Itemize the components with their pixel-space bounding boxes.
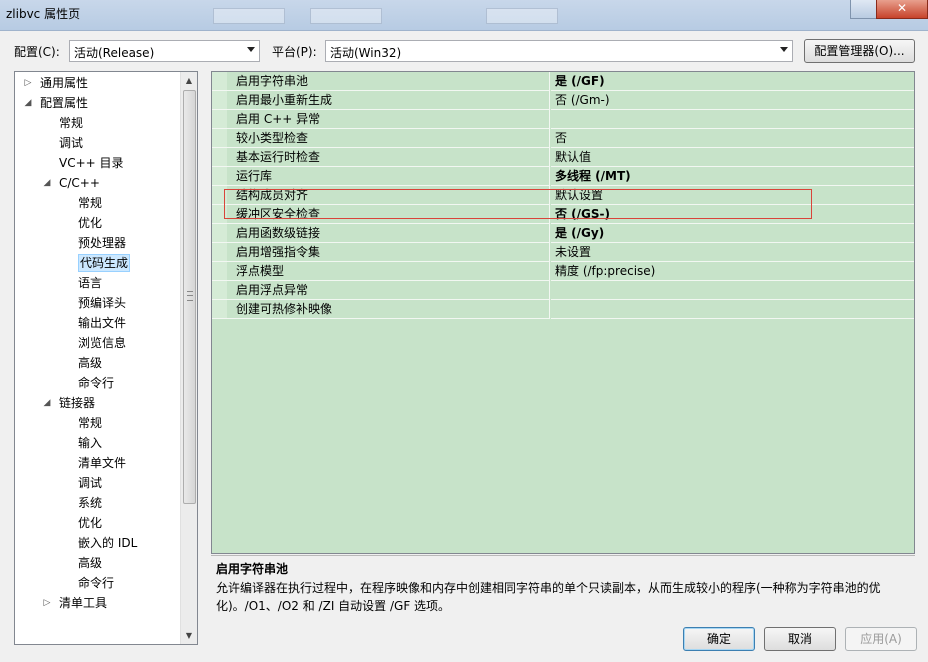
property-name: 启用函数级链接 — [212, 224, 550, 243]
ok-button[interactable]: 确定 — [683, 627, 755, 651]
property-name: 启用浮点异常 — [212, 281, 550, 300]
tree-item[interactable]: 预编译头 — [78, 294, 126, 312]
background-window-ghost — [213, 8, 285, 24]
tree-item[interactable]: 清单文件 — [78, 454, 126, 472]
property-row[interactable]: 启用 C++ 异常 — [212, 110, 914, 129]
property-value[interactable]: 是 (/Gy) — [551, 224, 914, 243]
dialog-body: 配置(C): 活动(Release) 平台(P): 活动(Win32) 配置管理… — [0, 31, 928, 662]
tree-scrollbar[interactable]: ▲ ▼ — [180, 72, 197, 644]
scroll-thumb[interactable] — [183, 90, 196, 504]
tree-item[interactable]: 命令行 — [78, 374, 114, 392]
tree-item[interactable]: 优化 — [78, 514, 102, 532]
description-title: 启用字符串池 — [216, 562, 289, 576]
property-grid: 启用字符串池是 (/GF) 启用最小重新生成否 (/Gm-) 启用 C++ 异常 较小… — [211, 71, 915, 554]
property-value[interactable]: 默认值 — [551, 148, 914, 167]
title-bar: zlibvc 属性页 ✕ — [0, 0, 928, 31]
property-name: 启用增强指令集 — [212, 243, 550, 262]
tree-item[interactable]: 优化 — [78, 214, 102, 232]
property-value[interactable] — [551, 300, 914, 319]
tree-item[interactable]: 浏览信息 — [78, 334, 126, 352]
property-value[interactable]: 多线程 (/MT) — [551, 167, 914, 186]
cancel-button[interactable]: 取消 — [764, 627, 836, 651]
property-row[interactable]: 启用增强指令集 未设置 — [212, 243, 914, 262]
tree-item[interactable]: 高级 — [78, 554, 102, 572]
tree-item[interactable]: 常规 — [78, 414, 102, 432]
tree-item[interactable]: 常规 — [78, 194, 102, 212]
tree-item[interactable]: 通用属性 — [40, 74, 88, 92]
tree-item[interactable]: 常规 — [59, 114, 83, 132]
platform-label: 平台(P): — [272, 45, 317, 59]
property-name: 启用最小重新生成 — [212, 91, 550, 110]
property-row[interactable]: 启用字符串池是 (/GF) — [212, 72, 914, 91]
platform-select[interactable]: 活动(Win32) — [325, 40, 793, 62]
restore-button[interactable] — [850, 0, 878, 19]
tree-item[interactable]: 嵌入的 IDL — [78, 534, 137, 552]
property-name: 较小类型检查 — [212, 129, 550, 148]
close-button[interactable]: ✕ — [876, 0, 928, 19]
property-row[interactable]: 基本运行时检查 默认值 — [212, 148, 914, 167]
expand-arrow-icon[interactable]: ▷ — [23, 74, 33, 92]
property-tree[interactable]: ▲ ▼ ▷ 通用属性 ◢ 配置属性 常规 调试 VC++ 目录 ◢ C/C++ 常规 优化 预处理器代… — [14, 71, 198, 645]
tree-item[interactable]: 高级 — [78, 354, 102, 372]
collapse-arrow-icon[interactable]: ◢ — [42, 174, 52, 192]
property-name: 浮点模型 — [212, 262, 550, 281]
tree-item[interactable]: VC++ 目录 — [59, 154, 124, 172]
tree-item[interactable]: 语言 — [78, 274, 102, 292]
tree-item[interactable]: 代码生成 — [78, 254, 131, 272]
description-text: 允许编译器在执行过程中，在程序映像和内存中创建相同字符串的单个只读副本，从而生成… — [216, 581, 881, 613]
property-name: 基本运行时检查 — [212, 148, 550, 167]
scroll-up-icon[interactable]: ▲ — [181, 72, 197, 89]
tree-item[interactable]: 链接器 — [59, 394, 95, 412]
tree-item[interactable]: 输入 — [78, 434, 102, 452]
property-row[interactable]: 启用浮点异常 — [212, 281, 914, 300]
background-window-ghost — [310, 8, 382, 24]
property-value[interactable] — [551, 110, 914, 129]
config-label: 配置(C): — [14, 45, 60, 59]
property-row[interactable]: 启用函数级链接是 (/Gy) — [212, 224, 914, 243]
chevron-down-icon — [780, 47, 788, 52]
tree-item[interactable]: 调试 — [78, 474, 102, 492]
property-name: 启用 C++ 异常 — [212, 110, 550, 129]
tree-item[interactable]: 命令行 — [78, 574, 114, 592]
tree-item[interactable]: 输出文件 — [78, 314, 126, 332]
property-value[interactable]: 是 (/GF) — [551, 72, 914, 91]
property-value[interactable]: 未设置 — [551, 243, 914, 262]
property-row[interactable]: 运行库 多线程 (/MT) — [212, 167, 914, 186]
property-value[interactable]: 否 — [551, 129, 914, 148]
chevron-down-icon — [247, 47, 255, 52]
window-title: zlibvc 属性页 — [6, 7, 81, 21]
expand-arrow-icon[interactable]: ▷ — [42, 594, 52, 612]
property-row[interactable]: 启用最小重新生成否 (/Gm-) — [212, 91, 914, 110]
tree-item[interactable]: C/C++ — [59, 174, 100, 192]
tree-item[interactable]: 系统 — [78, 494, 102, 512]
collapse-arrow-icon[interactable]: ◢ — [23, 94, 33, 112]
platform-select-value: 活动(Win32) — [330, 46, 402, 60]
collapse-arrow-icon[interactable]: ◢ — [42, 394, 52, 412]
config-select[interactable]: 活动(Release) — [69, 40, 260, 62]
apply-button[interactable]: 应用(A) — [845, 627, 917, 651]
tree-item[interactable]: 配置属性 — [40, 94, 88, 112]
property-row[interactable]: 创建可热修补映像 — [212, 300, 914, 319]
tree-item[interactable]: 清单工具 — [59, 594, 107, 612]
grip-icon — [187, 291, 193, 301]
property-value[interactable] — [551, 281, 914, 300]
config-manager-button[interactable]: 配置管理器(O)... — [804, 39, 915, 63]
scroll-down-icon[interactable]: ▼ — [181, 627, 197, 644]
property-value[interactable]: 否 (/Gm-) — [551, 91, 914, 110]
highlight-box — [224, 189, 812, 219]
property-name: 启用字符串池 — [212, 72, 550, 91]
property-row[interactable]: 浮点模型 精度 (/fp:precise) — [212, 262, 914, 281]
tree-item[interactable]: 调试 — [59, 134, 83, 152]
property-name: 创建可热修补映像 — [212, 300, 550, 319]
property-row[interactable]: 较小类型检查否 — [212, 129, 914, 148]
property-value[interactable]: 精度 (/fp:precise) — [551, 262, 914, 281]
tree-item[interactable]: 预处理器 — [78, 234, 126, 252]
description-panel: 启用字符串池 允许编译器在执行过程中，在程序映像和内存中创建相同字符串的单个只读… — [211, 555, 915, 613]
property-name: 运行库 — [212, 167, 550, 186]
background-window-ghost — [486, 8, 558, 24]
config-select-value: 活动(Release) — [74, 46, 155, 60]
